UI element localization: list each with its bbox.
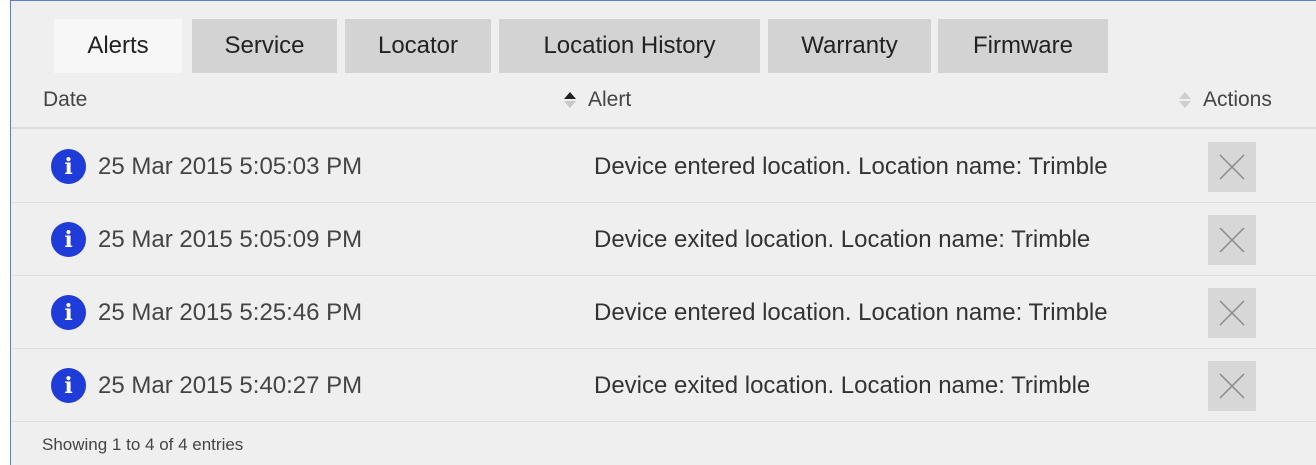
- column-header-actions-label: Actions: [1203, 88, 1272, 111]
- table-row: i 25 Mar 2015 5:25:46 PM Device entered …: [11, 276, 1316, 349]
- alert-date: 25 Mar 2015 5:05:03 PM: [98, 152, 363, 180]
- info-icon: i: [51, 368, 86, 403]
- tab-locator[interactable]: Locator: [345, 19, 491, 73]
- info-icon: i: [51, 222, 86, 257]
- tab-bar: Alerts Service Locator Location History …: [11, 19, 1316, 73]
- delete-alert-button[interactable]: [1208, 215, 1256, 265]
- column-header-date[interactable]: Date: [43, 73, 87, 127]
- column-header-actions[interactable]: Actions: [1179, 73, 1272, 127]
- tab-firmware[interactable]: Firmware: [938, 19, 1108, 73]
- close-icon: [1219, 373, 1245, 399]
- tab-warranty[interactable]: Warranty: [768, 19, 931, 73]
- tab-service[interactable]: Service: [192, 19, 337, 73]
- delete-alert-button[interactable]: [1208, 142, 1256, 192]
- column-header-date-label: Date: [43, 88, 88, 111]
- close-icon: [1219, 300, 1245, 326]
- column-header-alert[interactable]: Alert: [564, 73, 631, 127]
- delete-alert-button[interactable]: [1208, 361, 1256, 411]
- alert-message: Device entered location. Location name: …: [594, 298, 1108, 326]
- tab-location-history[interactable]: Location History: [499, 19, 760, 73]
- sort-ascending-icon: [564, 92, 576, 108]
- table-header: Date Alert Actions: [11, 73, 1316, 129]
- column-header-alert-label: Alert: [588, 88, 632, 111]
- close-icon: [1219, 227, 1245, 253]
- sort-unsorted-icon: [1179, 92, 1191, 108]
- info-icon: i: [51, 295, 86, 330]
- alert-date: 25 Mar 2015 5:25:46 PM: [98, 298, 363, 326]
- alerts-panel: Alerts Service Locator Location History …: [10, 0, 1316, 465]
- table-row: i 25 Mar 2015 5:40:27 PM Device exited l…: [11, 349, 1316, 422]
- alert-date: 25 Mar 2015 5:05:09 PM: [98, 225, 363, 253]
- delete-alert-button[interactable]: [1208, 288, 1256, 338]
- alert-date: 25 Mar 2015 5:40:27 PM: [98, 371, 363, 399]
- alert-message: Device entered location. Location name: …: [594, 152, 1108, 180]
- tab-alerts[interactable]: Alerts: [54, 19, 182, 73]
- table-info: Showing 1 to 4 of 4 entries: [42, 435, 244, 454]
- alert-message: Device exited location. Location name: T…: [594, 225, 1091, 253]
- table-row: i 25 Mar 2015 5:05:09 PM Device exited l…: [11, 203, 1316, 276]
- alert-message: Device exited location. Location name: T…: [594, 371, 1091, 399]
- close-icon: [1219, 154, 1245, 180]
- table-row: i 25 Mar 2015 5:05:03 PM Device entered …: [11, 130, 1316, 203]
- info-icon: i: [51, 149, 86, 184]
